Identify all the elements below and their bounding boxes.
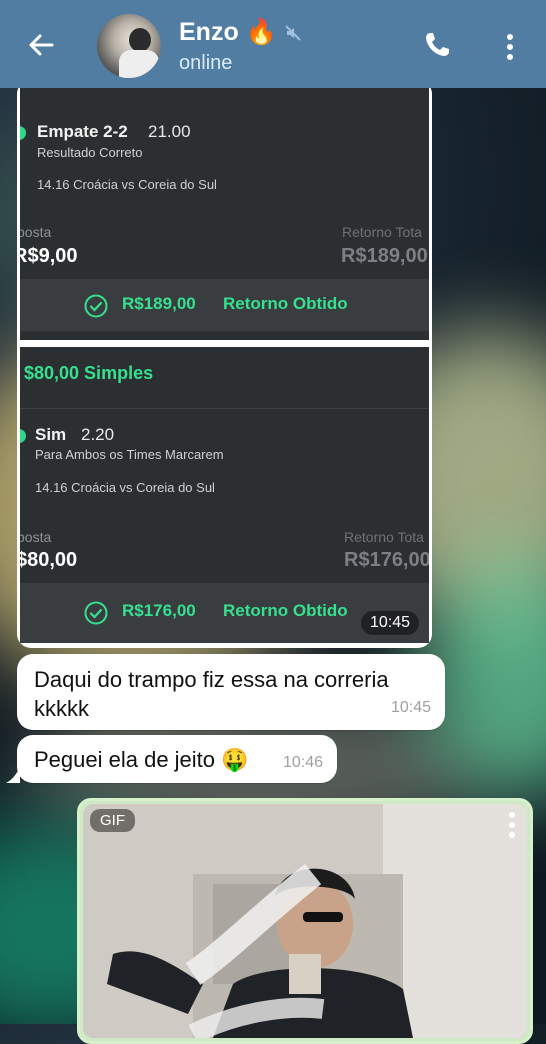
selection-check-icon bbox=[20, 429, 26, 443]
contact-status: online bbox=[179, 52, 233, 74]
stake-label: posta bbox=[20, 224, 52, 240]
return-amount: R$176,00 bbox=[344, 549, 429, 571]
check-circle-icon bbox=[84, 294, 108, 318]
stake-label: posta bbox=[20, 529, 52, 545]
stake-amount: R$9,00 bbox=[20, 245, 78, 267]
result-label: Retorno Obtido bbox=[223, 294, 348, 313]
message-bubble[interactable]: Daqui do trampo fiz essa na correria kkk… bbox=[17, 654, 445, 730]
selection-title: Sim bbox=[35, 425, 67, 444]
message-text: Peguei ela de jeito 🤑 bbox=[34, 747, 249, 772]
selection-odd: 21.00 bbox=[148, 122, 191, 141]
message-text: Daqui do trampo fiz essa na correria kkk… bbox=[34, 667, 389, 721]
result-amount: R$176,00 bbox=[122, 601, 196, 620]
result-bar: R$189,00 Retorno Obtido bbox=[20, 279, 429, 331]
selection-title: Empate 2-2 bbox=[37, 122, 128, 141]
result-amount: R$189,00 bbox=[122, 294, 196, 313]
selection-market: Para Ambos os Times Marcarem bbox=[35, 447, 224, 462]
message-time: 10:46 bbox=[282, 754, 323, 771]
muted-icon bbox=[285, 25, 301, 41]
gif-badge: GIF bbox=[90, 809, 135, 832]
stake-amount: $80,00 bbox=[20, 549, 78, 571]
selection-event: 14.16 Croácia vs Coreia do Sul bbox=[35, 480, 215, 495]
return-label: Retorno Tota bbox=[344, 529, 424, 545]
bet-type-header: $80,00 Simples bbox=[24, 363, 154, 383]
gif-preview bbox=[83, 804, 527, 1038]
selection-odd: 2.20 bbox=[81, 425, 115, 444]
divider bbox=[20, 408, 429, 409]
bet-card-2: $80,00 Simples Sim 2.20 Para Ambos os Ti… bbox=[20, 347, 429, 643]
result-label: Retorno Obtido bbox=[223, 601, 348, 620]
selection-market: Resultado Correto bbox=[37, 145, 143, 160]
check-circle-icon bbox=[84, 601, 108, 625]
bubble-tail bbox=[6, 767, 20, 783]
bet-screenshot-bubble[interactable]: Empate 2-2 21.00 Resultado Correto 14.16… bbox=[17, 80, 432, 648]
return-amount: R$189,00 bbox=[341, 245, 428, 267]
back-arrow-icon[interactable] bbox=[26, 30, 56, 60]
gif-message[interactable]: GIF bbox=[77, 798, 533, 1044]
selection-event: 14.16 Croácia vs Coreia do Sul bbox=[37, 177, 217, 192]
chat-header: Enzo 🔥 online bbox=[0, 0, 546, 88]
phone-icon[interactable] bbox=[422, 30, 452, 60]
message-time: 10:45 bbox=[361, 611, 420, 635]
contact-name[interactable]: Enzo 🔥 bbox=[179, 18, 277, 47]
more-vertical-icon[interactable] bbox=[500, 32, 520, 62]
message-time: 10:45 bbox=[390, 699, 431, 716]
message-bubble[interactable]: Peguei ela de jeito 🤑 10:46 bbox=[17, 735, 337, 783]
return-label: Retorno Tota bbox=[342, 224, 422, 240]
bet-card-1: Empate 2-2 21.00 Resultado Correto 14.16… bbox=[20, 88, 429, 340]
more-vertical-icon[interactable] bbox=[508, 811, 516, 839]
selection-check-icon bbox=[20, 126, 26, 140]
avatar[interactable] bbox=[97, 14, 161, 78]
